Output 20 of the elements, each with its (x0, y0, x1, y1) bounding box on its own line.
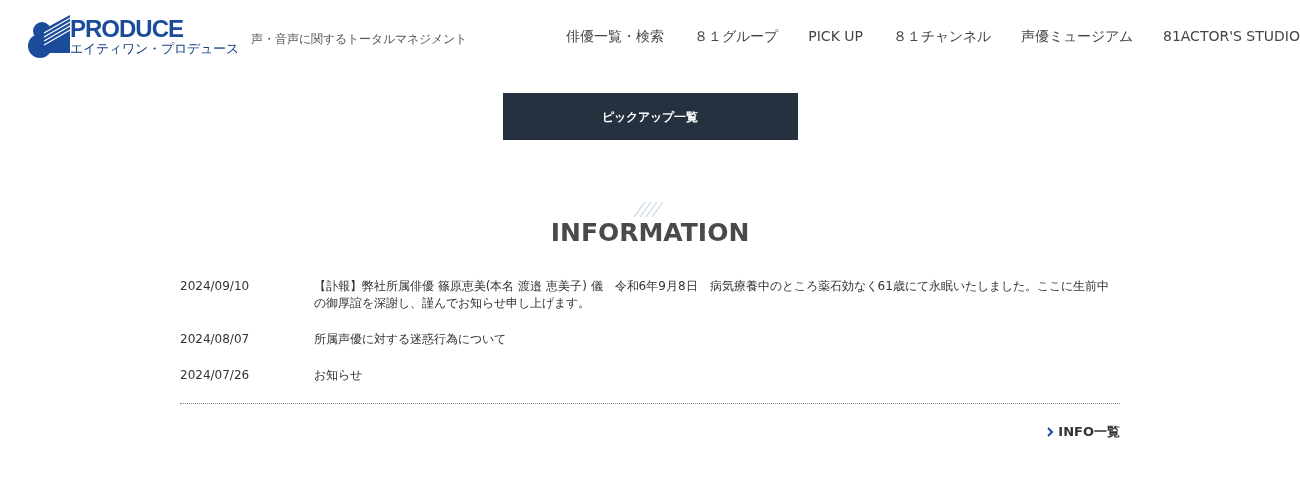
nav-link[interactable]: ８１チャンネル (892, 25, 991, 47)
nav-link[interactable]: 声優ミュージアム (1020, 25, 1133, 47)
logo-subtitle: エイティワン・プロデュース (70, 40, 239, 56)
info-list-link[interactable]: INFO一覧 (1047, 422, 1120, 442)
nav-link[interactable]: PICK UP (808, 25, 863, 47)
news-date: 2024/07/26 (180, 367, 251, 384)
news-date: 2024/09/10 (180, 278, 251, 295)
logo-emblem-icon (26, 13, 72, 59)
news-link[interactable]: 【訃報】弊社所属俳優 篠原恵美(本名 渡邉 恵美子) 儀 令和6年9月8日 病気療養中のところ薬石効なく61歳にて永眠いたしました。ここに生前中の御厚誼を深謝し、謹んでお知らせ申し上げます。 (314, 278, 1120, 312)
nav-link[interactable]: 81ACTOR'S STUDIO (1162, 25, 1300, 47)
logo-wordmark: PRODUCE (70, 16, 184, 41)
news-link[interactable]: お知らせ (314, 367, 1120, 384)
chevron-right-icon (1047, 426, 1055, 437)
pickup-list-button[interactable]: ピックアップ一覧 (502, 93, 798, 140)
news-link[interactable]: 所属声優に対する迷惑行為について (314, 331, 1120, 348)
section-heading: INFORMATION (550, 218, 750, 248)
nav-link[interactable]: 俳優一覧・検索 (566, 25, 665, 47)
tagline: 声・音声に関するトータルマネジメント (251, 31, 467, 48)
nav-link[interactable]: ８１グループ (694, 25, 779, 47)
news-date: 2024/08/07 (180, 331, 251, 348)
